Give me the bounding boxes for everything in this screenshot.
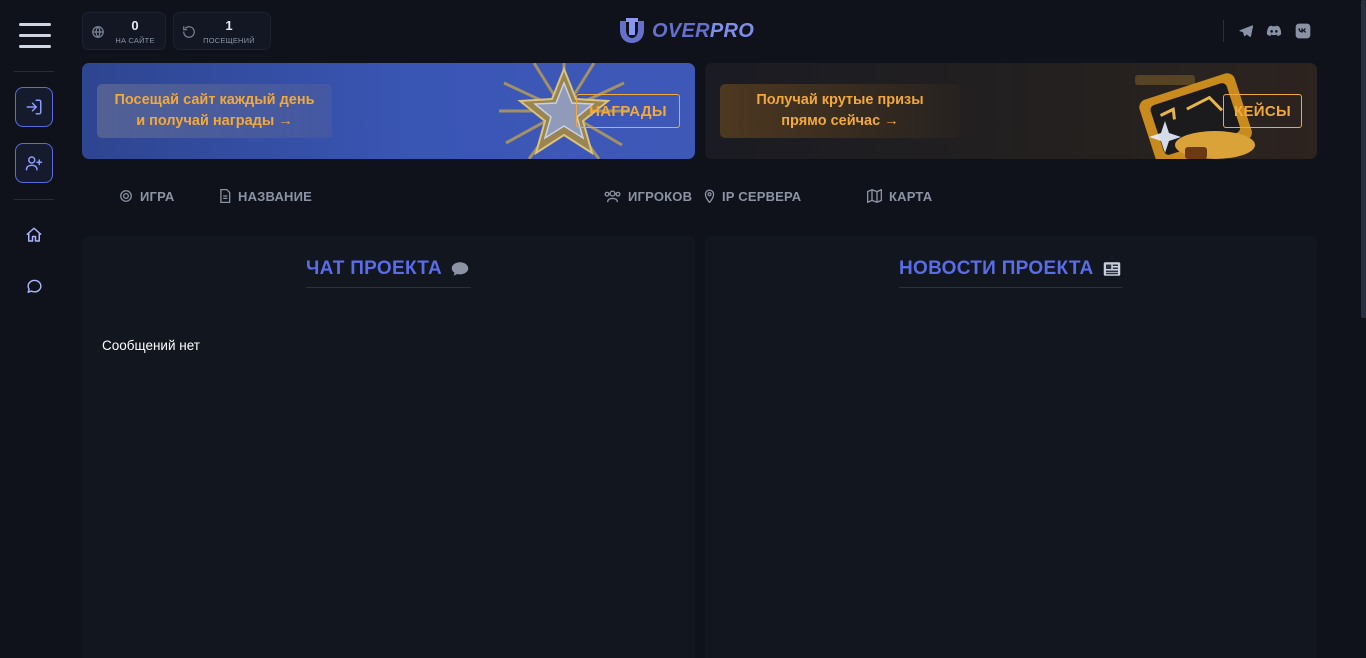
visits-label: ПОСЕЩЕНИЙ [203,36,255,45]
column-ip[interactable]: IP СЕРВЕРА [704,186,801,206]
column-game-label: ИГРА [140,188,175,204]
discord-icon[interactable] [1265,23,1283,39]
visits-stat: 1 ПОСЕЩЕНИЙ [173,12,271,50]
chat-title-underline [306,287,471,288]
column-name-label: НАЗВАНИЕ [238,188,313,204]
location-pin-icon [704,189,715,203]
home-button[interactable] [24,225,44,245]
chat-empty-message: Сообщений нет [102,338,200,353]
register-icon [25,156,43,171]
logo-icon [620,18,644,43]
speech-bubble-icon [451,262,469,276]
login-icon [26,99,42,115]
column-game[interactable]: ИГРА [119,186,174,206]
visits-count: 1 [225,18,233,33]
page-scrollbar[interactable] [1361,0,1366,318]
newspaper-icon [1103,262,1120,276]
sidebar [0,0,68,658]
vk-icon[interactable] [1295,23,1311,39]
online-count: 0 [131,18,139,33]
online-stat: 0 НА САЙТЕ [82,12,166,50]
chat-icon [26,279,42,293]
login-button[interactable] [15,87,53,127]
chat-title-text: ЧАТ ПРОЕКТА [306,258,443,279]
document-icon [220,189,231,203]
rewards-line1: Посещай сайт каждый день [114,92,315,108]
news-title-text: НОВОСТИ ПРОЕКТА [899,258,1094,279]
online-label: НА САЙТЕ [115,36,155,45]
chat-panel: ЧАТ ПРОЕКТА Сообщений нет [82,236,695,658]
cases-banner[interactable]: Получай крутые призы прямо сейчас → КЕЙС… [705,63,1317,159]
sidebar-divider [14,71,54,72]
rewards-button[interactable]: НАГРАДЫ [576,94,680,128]
users-icon [604,190,621,203]
chat-button[interactable] [24,276,44,296]
map-icon [867,189,882,203]
sidebar-divider [14,199,54,200]
cases-promo-text: Получай крутые призы прямо сейчас → [720,84,960,138]
news-panel: НОВОСТИ ПРОЕКТА [705,236,1317,658]
column-players[interactable]: ИГРОКОВ [604,186,692,206]
column-map-label: КАРТА [889,188,933,204]
gamepad-icon [120,190,132,202]
news-title: НОВОСТИ ПРОЕКТА [899,254,1121,284]
refresh-icon [183,26,195,38]
column-name[interactable]: НАЗВАНИЕ [219,186,312,206]
telegram-icon[interactable] [1238,23,1254,39]
rewards-promo-text: Посещай сайт каждый день и получай награ… [97,84,332,138]
globe-icon [92,26,104,38]
chat-title: ЧАТ ПРОЕКТА [306,254,469,284]
cases-button[interactable]: КЕЙСЫ [1223,94,1302,128]
site-logo[interactable]: OVERPRO [618,17,754,45]
rewards-banner[interactable]: Посещай сайт каждый день и получай награ… [82,63,695,159]
register-button[interactable] [15,143,53,183]
column-map[interactable]: КАРТА [867,186,932,206]
column-ip-label: IP СЕРВЕРА [722,188,802,204]
logo-text-over: OVER [652,19,710,42]
home-icon [26,227,42,242]
news-title-underline [899,287,1122,288]
column-players-label: ИГРОКОВ [628,188,693,204]
rewards-line2: и получай награды → [136,113,293,129]
logo-text-pro: PRO [709,19,755,42]
menu-icon[interactable] [19,23,51,51]
cases-line1: Получай крутые призы [756,92,924,108]
social-divider [1223,20,1224,42]
cases-line2: прямо сейчас → [781,113,899,129]
